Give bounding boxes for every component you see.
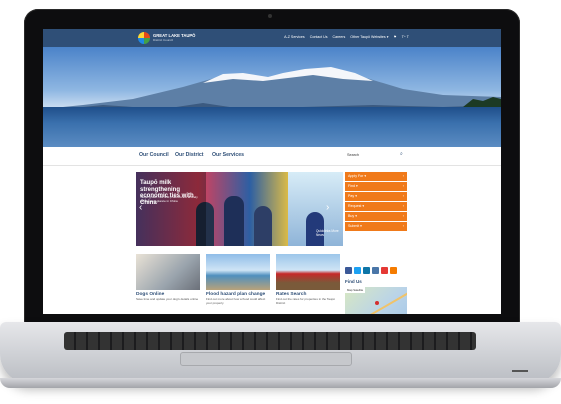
location-map[interactable]: Map Satellite xyxy=(345,287,407,314)
top-link-other-websites[interactable]: Other Taupō Websites ▾ xyxy=(350,35,388,39)
hero-lake xyxy=(43,107,501,147)
chevron-right-icon: › xyxy=(402,224,404,228)
rss-icon[interactable] xyxy=(390,267,397,274)
menu-item-pay[interactable]: Pay ▾ › xyxy=(345,192,407,201)
top-link-careers[interactable]: Careers xyxy=(333,35,346,39)
nav-our-services[interactable]: Our Services xyxy=(212,152,244,158)
main-nav: Our Council Our District Our Services Se… xyxy=(43,147,501,166)
slide-person xyxy=(254,206,272,246)
chevron-right-icon: › xyxy=(402,204,404,208)
card-description: Save time and update your dog's details … xyxy=(136,297,199,301)
menu-item-label: Find ▾ xyxy=(348,184,358,188)
chevron-right-icon: › xyxy=(402,174,404,178)
facebook-icon[interactable] xyxy=(345,267,352,274)
slide-next-thumbnail[interactable]: Quicklinks More News xyxy=(288,172,343,246)
nav-our-council[interactable]: Our Council xyxy=(139,152,169,158)
trackpad xyxy=(180,352,352,366)
top-bar: GREAT LAKE TAUPŌ District Council A-Z Se… xyxy=(43,29,501,47)
slide-text: Taupō-grown milk and products are active… xyxy=(140,195,198,203)
slider-prev-arrow-icon[interactable]: ‹ xyxy=(139,202,142,213)
council-logo-icon[interactable] xyxy=(138,32,150,44)
twitter-icon[interactable] xyxy=(354,267,361,274)
slide-side-caption: Quicklinks More News xyxy=(316,229,339,237)
menu-item-buy[interactable]: Buy ▾ › xyxy=(345,212,407,221)
card-image xyxy=(136,254,200,290)
status-light xyxy=(512,370,528,372)
menu-item-find[interactable]: Find ▾ › xyxy=(345,182,407,191)
social-links xyxy=(345,267,397,274)
chevron-right-icon: › xyxy=(402,214,404,218)
slide-person xyxy=(224,196,244,246)
card-rates-search[interactable]: Rates Search Find out the rates for prop… xyxy=(276,254,340,305)
map-type-tabs[interactable]: Map Satellite xyxy=(345,287,366,293)
blog-icon[interactable] xyxy=(372,267,379,274)
menu-item-submit[interactable]: Submit ▾ › xyxy=(345,222,407,231)
hero-banner xyxy=(43,47,501,147)
card-description: Find out the rates for properties in the… xyxy=(276,297,335,305)
card-flood-hazard[interactable]: Flood hazard plan change Find out more a… xyxy=(206,254,270,305)
laptop-screen: GREAT LAKE TAUPŌ District Council A-Z Se… xyxy=(43,29,501,314)
menu-item-request[interactable]: Request ▾ › xyxy=(345,202,407,211)
find-us-heading: Find Us xyxy=(345,279,362,284)
card-dogs-online[interactable]: Dogs Online Save time and update your do… xyxy=(136,254,200,302)
youtube-icon[interactable] xyxy=(381,267,388,274)
menu-item-apply-for[interactable]: Apply For ▾ › xyxy=(345,172,407,181)
accessibility-icon[interactable]: ⚑ xyxy=(394,35,397,39)
card-description: Find out more about how a flood could af… xyxy=(206,297,266,305)
menu-item-label: Pay ▾ xyxy=(348,194,357,198)
webcam xyxy=(268,14,272,18)
menu-item-label: Buy ▾ xyxy=(348,214,357,218)
news-slider[interactable]: Taupō milk strengthening economic ties w… xyxy=(136,172,343,246)
slider-next-arrow-icon[interactable]: › xyxy=(326,202,329,213)
keyboard xyxy=(64,332,476,350)
quick-actions-menu: Apply For ▾ › Find ▾ › Pay ▾ › Request ▾ › B… xyxy=(345,172,407,232)
chevron-right-icon: › xyxy=(402,184,404,188)
top-link-az-services[interactable]: A-Z Services xyxy=(284,35,305,39)
logo-subtitle: District Council xyxy=(153,38,174,42)
card-image xyxy=(206,254,270,290)
nav-our-district[interactable]: Our District xyxy=(175,152,204,158)
linkedin-icon[interactable] xyxy=(363,267,370,274)
laptop-front-edge xyxy=(0,378,561,388)
text-size-toggle[interactable]: T⁺ T xyxy=(402,35,409,39)
chevron-right-icon: › xyxy=(402,194,404,198)
menu-item-label: Submit ▾ xyxy=(348,224,362,228)
map-pin-icon[interactable] xyxy=(375,301,379,305)
search-icon[interactable]: ⌕ xyxy=(400,151,403,157)
card-image xyxy=(276,254,340,290)
menu-item-label: Apply For ▾ xyxy=(348,174,367,178)
top-nav: A-Z Services Contact Us Careers Other Ta… xyxy=(284,35,409,39)
search-input[interactable]: Search xyxy=(347,153,359,157)
top-link-contact-us[interactable]: Contact Us xyxy=(310,35,328,39)
main-content: Taupō milk strengthening economic ties w… xyxy=(43,166,501,314)
menu-item-label: Request ▾ xyxy=(348,204,365,208)
